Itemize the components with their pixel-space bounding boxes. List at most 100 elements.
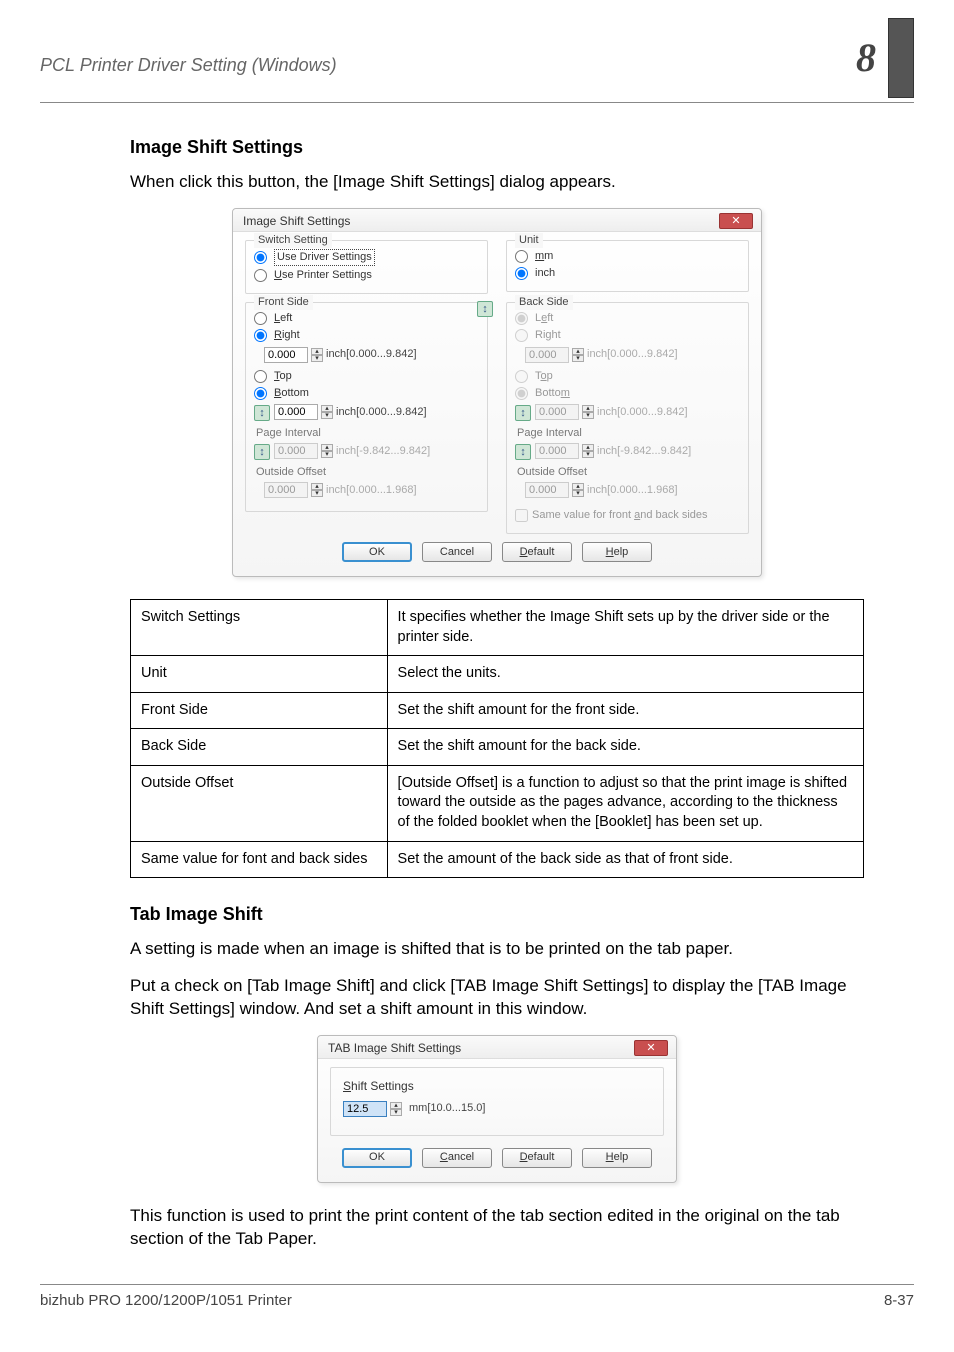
front-vert-range: inch[0.000...9.842] [336,405,427,420]
outside-offset-label: Outside Offset [517,465,740,480]
radio-inch[interactable] [515,267,528,280]
spin-arrows-icon: ▴▾ [572,483,584,497]
radio-mm[interactable] [515,250,528,263]
back-horiz-value [525,347,569,363]
back-vert-spin: ▴▾ inch[0.000...9.842] [535,404,688,420]
back-horiz-spin: ▴▾ inch[0.000...9.842] [525,347,678,363]
tab-dialog: TAB Image Shift Settings ✕ Shift Setting… [317,1035,677,1182]
spin-arrows-icon: ▴▾ [582,405,594,419]
footer-left: bizhub PRO 1200/1200P/1051 Printer [40,1291,292,1311]
chapter-number: 8 [856,18,914,98]
front-page-interval-value [274,443,318,459]
page-interval-label: Page Interval [256,426,479,441]
front-vert-spin[interactable]: ▴▾ inch[0.000...9.842] [274,404,427,420]
radio-back-right [515,329,528,342]
table-cell-desc: Set the shift amount for the back side. [387,729,863,766]
spin-arrows-icon: ▴▾ [582,444,594,458]
spin-arrows-icon: ▴▾ [311,483,323,497]
section-image-shift-title: Image Shift Settings [130,135,864,159]
table-row: Switch Settings It specifies whether the… [131,600,864,656]
table-cell-desc: [Outside Offset] is a function to adjust… [387,765,863,841]
radio-front-bottom[interactable] [254,387,267,400]
back-page-interval-spin: ▴▾ inch[-9.842...9.842] [535,443,691,459]
dialog-titlebar: TAB Image Shift Settings ✕ [318,1036,676,1059]
checkbox-label: Same value for front and back sides [532,508,708,523]
spin-arrows-icon: ▴▾ [572,348,584,362]
back-vert-range: inch[0.000...9.842] [597,405,688,420]
radio-back-bottom [515,387,528,400]
radio-label: Bottom [274,386,309,401]
checkbox-same-value [515,509,528,522]
table-cell-label: Switch Settings [131,600,388,656]
ok-button[interactable]: OK [342,542,412,562]
shift-direction-icon: ↕ [477,301,493,317]
tab-shift-value[interactable] [343,1101,387,1117]
header-rule [40,102,914,103]
radio-back-top [515,370,528,383]
ok-button[interactable]: OK [342,1148,412,1168]
section-tab-p3: This function is used to print the print… [130,1205,864,1251]
unit-legend: Unit [515,233,543,248]
spin-arrows-icon[interactable]: ▴▾ [311,348,323,362]
footer-rule [40,1284,914,1285]
cancel-button[interactable]: Cancel [422,542,492,562]
shift-direction-icon: ↕ [254,405,270,421]
radio-label: Use Driver Settings [274,249,375,266]
radio-label: Left [535,311,553,326]
front-outside-offset-range: inch[0.000...1.968] [326,483,417,498]
back-outside-offset-spin: ▴▾ inch[0.000...1.968] [525,482,678,498]
image-shift-dialog-wrap: Image Shift Settings ✕ Switch Setting Us… [130,208,864,577]
radio-use-driver[interactable] [254,251,267,264]
close-icon[interactable]: ✕ [634,1040,668,1056]
front-horiz-value[interactable] [264,347,308,363]
back-page-interval-value [535,443,579,459]
front-outside-offset-value [264,482,308,498]
table-row: Outside Offset [Outside Offset] is a fun… [131,765,864,841]
front-side-group: Front Side ↕ Left Right ▴▾ inch[0.000...… [245,302,488,512]
radio-front-right[interactable] [254,329,267,342]
help-button[interactable]: Help [582,1148,652,1168]
close-icon[interactable]: ✕ [719,213,753,229]
default-button[interactable]: Default [502,1148,572,1168]
spin-arrows-icon[interactable]: ▴▾ [321,405,333,419]
dialog-title: TAB Image Shift Settings [328,1040,461,1056]
default-button[interactable]: Default [502,542,572,562]
help-button[interactable]: Help [582,542,652,562]
front-side-legend: Front Side [254,295,313,310]
table-row: Same value for font and back sides Set t… [131,841,864,878]
back-outside-offset-value [525,482,569,498]
table-cell-label: Front Side [131,692,388,729]
chapter-tab-icon [888,18,914,98]
radio-label: Right [274,328,300,343]
section-tab-p1: A setting is made when an image is shift… [130,938,864,961]
shift-direction-icon: ↕ [515,444,531,460]
radio-back-left [515,312,528,325]
table-cell-desc: Set the amount of the back side as that … [387,841,863,878]
radio-use-printer[interactable] [254,269,267,282]
image-shift-info-table: Switch Settings It specifies whether the… [130,599,864,878]
back-side-group: Back Side Left Right ▴▾ inch[0.000...9.8… [506,302,749,534]
back-outside-offset-range: inch[0.000...1.968] [587,483,678,498]
cancel-button[interactable]: Cancel [422,1148,492,1168]
spin-arrows-icon[interactable]: ▴▾ [390,1102,402,1116]
switch-setting-group: Switch Setting Use Driver Settings Use P… [245,240,488,294]
spin-arrows-icon: ▴▾ [321,444,333,458]
page-interval-label: Page Interval [517,426,740,441]
back-side-legend: Back Side [515,295,573,310]
front-horiz-range: inch[0.000...9.842] [326,347,417,362]
table-cell-desc: Select the units. [387,656,863,693]
radio-front-top[interactable] [254,370,267,383]
table-row: Unit Select the units. [131,656,864,693]
switch-setting-legend: Switch Setting [254,233,332,248]
header-title: PCL Printer Driver Setting (Windows) [40,53,337,77]
front-vert-value[interactable] [274,404,318,420]
front-horiz-spin[interactable]: ▴▾ inch[0.000...9.842] [264,347,417,363]
tab-dialog-wrap: TAB Image Shift Settings ✕ Shift Setting… [130,1035,864,1182]
image-shift-dialog: Image Shift Settings ✕ Switch Setting Us… [232,208,762,577]
front-page-interval-range: inch[-9.842...9.842] [336,444,430,459]
front-page-interval-spin: ▴▾ inch[-9.842...9.842] [274,443,430,459]
radio-label: Bottom [535,386,570,401]
table-cell-label: Outside Offset [131,765,388,841]
table-row: Back Side Set the shift amount for the b… [131,729,864,766]
radio-front-left[interactable] [254,312,267,325]
